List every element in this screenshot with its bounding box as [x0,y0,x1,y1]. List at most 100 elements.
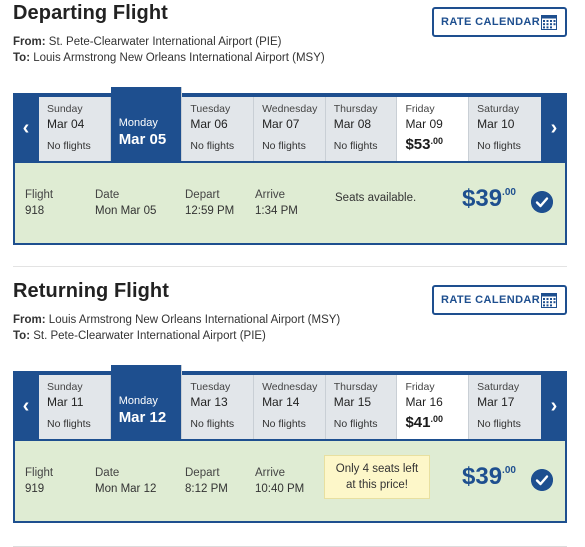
day-status: No flights [47,140,91,152]
date-carousel: ‹ › Sunday Mar 11 No flights Monday Mar … [13,365,567,523]
day-date: Mar 14 [262,395,300,409]
day-name: Tuesday [190,381,231,393]
flight-price: $39.00 [462,463,516,490]
flight-option[interactable]: Flight 918 Date Mon Mar 05 Depart 12:59 … [13,163,567,245]
day-date: Mar 13 [190,395,228,409]
departing-title: Departing Flight [13,2,168,24]
day-name: Thursday [333,103,378,115]
day-friday[interactable]: Friday Mar 09 $53.00 [397,97,470,161]
day-date: Mar 15 [333,395,372,409]
day-name: Monday [118,117,158,129]
day-name: Sunday [47,381,83,393]
next-week-button[interactable]: › [541,371,567,441]
from-airport: Louis Armstrong New Orleans Internationa… [48,314,341,326]
day-date: Mar 11 [47,395,84,409]
day-price: $53.00 [405,136,443,153]
day-name: Saturday [477,381,520,393]
day-saturday: Saturday Mar 17 No flights [469,375,541,439]
arrive-time: Arrive 10:40 PM [255,467,305,495]
seats-status: Seats available. [335,192,417,204]
day-date: Mar 04 [47,117,85,131]
day-status: No flights [333,140,378,152]
to-airport: Louis Armstrong New Orleans Internationa… [33,52,325,64]
day-status: No flights [262,140,306,152]
day-friday[interactable]: Friday Mar 16 $41.00 [397,375,470,439]
day-date: Mar 08 [333,117,372,131]
check-circle-icon[interactable] [531,191,553,213]
day-status: No flights [333,418,378,430]
chevron-right-icon: › [550,394,558,417]
from-airport: St. Pete-Clearwater International Airpor… [48,36,282,48]
rate-calendar-label: RATE CALENDAR [441,294,541,306]
day-status: No flights [477,418,521,430]
day-list: Sunday Mar 11 No flights Monday Mar 12 T… [39,365,541,439]
day-wednesday: Wednesday Mar 14 No flights [254,375,326,439]
previous-week-button[interactable]: ‹ [13,371,39,441]
day-status: No flights [477,140,521,152]
chevron-left-icon: ‹ [22,116,30,139]
rate-calendar-label: RATE CALENDAR [441,16,541,28]
day-name: Friday [405,103,435,115]
depart-time: Depart 8:12 PM [185,467,228,495]
next-week-button[interactable]: › [541,93,567,163]
day-monday-selected[interactable]: Monday Mar 12 [110,365,183,439]
day-name: Wednesday [262,381,318,393]
seats-left-line1: Only 4 seats left [335,463,419,475]
from-label: From: [13,36,46,48]
day-status: No flights [47,418,91,430]
chevron-left-icon: ‹ [22,394,30,417]
section-divider [13,266,567,267]
flight-date: Date Mon Mar 12 [95,467,157,495]
flight-number: Flight 919 [25,467,54,495]
day-thursday: Thursday Mar 15 No flights [325,375,398,439]
to-label: To: [13,52,31,64]
day-tuesday: Tuesday Mar 13 No flights [182,375,255,439]
returning-route: From: Louis Armstrong New Orleans Intern… [13,312,343,344]
calendar-icon [541,293,557,308]
flight-price: $39.00 [462,185,516,212]
seats-left-line2: at this price! [346,479,408,491]
flight-number: Flight 918 [25,189,54,217]
day-date: Mar 09 [405,117,443,131]
to-label: To: [13,330,31,342]
day-tuesday: Tuesday Mar 06 No flights [182,97,255,161]
day-status: No flights [190,140,235,152]
check-circle-icon[interactable] [531,469,553,491]
returning-title: Returning Flight [13,280,170,302]
chevron-right-icon: › [550,116,558,139]
day-name: Saturday [477,103,520,115]
day-monday-selected[interactable]: Monday Mar 05 [110,87,183,161]
day-date: Mar 07 [262,117,300,131]
flight-date: Date Mon Mar 05 [95,189,157,217]
day-date: Mar 16 [405,395,443,409]
arrive-time: Arrive 1:34 PM [255,189,298,217]
day-name: Sunday [47,103,83,115]
day-name: Friday [405,381,435,393]
day-saturday: Saturday Mar 10 No flights [469,97,541,161]
day-price: $41.00 [405,414,443,431]
departing-route: From: St. Pete-Clearwater International … [13,34,343,66]
day-name: Thursday [333,381,378,393]
from-label: From: [13,314,46,326]
day-list: Sunday Mar 04 No flights Monday Mar 05 T… [39,87,541,161]
day-thursday: Thursday Mar 08 No flights [325,97,398,161]
flight-option[interactable]: Flight 919 Date Mon Mar 12 Depart 8:12 P… [13,441,567,523]
seats-left-notice: Only 4 seats left at this price! [324,455,430,499]
day-status: No flights [262,418,306,430]
day-name: Monday [118,395,158,407]
day-wednesday: Wednesday Mar 07 No flights [254,97,326,161]
day-name: Wednesday [262,103,318,115]
previous-week-button[interactable]: ‹ [13,93,39,163]
to-airport: St. Pete-Clearwater International Airpor… [33,330,266,342]
date-carousel: ‹ › Sunday Mar 04 No flights Monday Mar … [13,87,567,245]
day-status: No flights [190,418,235,430]
day-date: Mar 05 [118,131,167,148]
rate-calendar-button[interactable]: RATE CALENDAR [432,7,567,37]
day-sunday: Sunday Mar 11 No flights [39,375,111,439]
day-sunday: Sunday Mar 04 No flights [39,97,111,161]
rate-calendar-button[interactable]: RATE CALENDAR [432,285,567,315]
day-date: Mar 12 [118,409,167,426]
depart-time: Depart 12:59 PM [185,189,235,217]
day-date: Mar 10 [477,117,515,131]
day-date: Mar 17 [477,395,515,409]
